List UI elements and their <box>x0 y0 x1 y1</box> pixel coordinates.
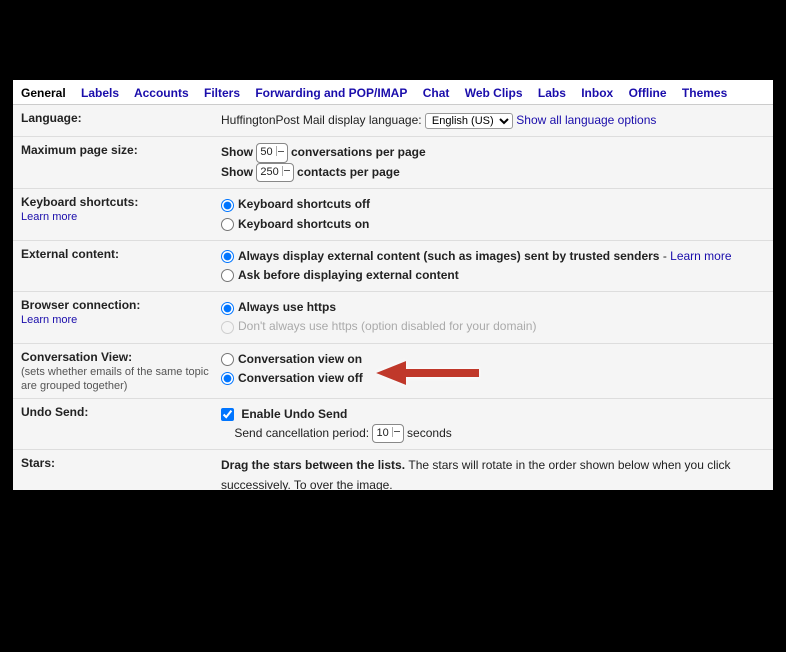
tab-accounts[interactable]: Accounts <box>134 86 189 100</box>
language-select[interactable]: English (US) <box>425 113 513 129</box>
conversation-sublabel: (sets whether emails of the same topic a… <box>21 366 209 392</box>
shortcuts-on-label: Keyboard shortcuts on <box>238 217 369 231</box>
undo-period-prefix: Send cancellation period: <box>234 426 369 440</box>
https-dont-radio <box>221 321 234 334</box>
contacts-per-page-select[interactable]: 250 <box>256 163 293 183</box>
shortcuts-on-radio[interactable] <box>221 218 234 231</box>
conversation-on-radio[interactable] <box>221 353 234 366</box>
shortcuts-off-radio[interactable] <box>221 199 234 212</box>
pagesize-label: Maximum page size: <box>21 143 221 182</box>
section-undo: Undo Send: Enable Undo Send Send cancell… <box>13 399 773 451</box>
section-pagesize: Maximum page size: Show 50 conversations… <box>13 137 773 189</box>
tab-forwarding[interactable]: Forwarding and POP/IMAP <box>255 86 407 100</box>
browser-learn-more-link[interactable]: Learn more <box>21 314 77 326</box>
tab-chat[interactable]: Chat <box>423 86 450 100</box>
conversation-off-radio[interactable] <box>221 372 234 385</box>
undo-enable-checkbox[interactable] <box>221 408 234 421</box>
external-label: External content: <box>21 247 221 285</box>
browser-label: Browser connection: <box>21 298 140 312</box>
tab-webclips[interactable]: Web Clips <box>465 86 523 100</box>
https-dont-label: Don't always use https (option disabled … <box>238 319 536 333</box>
settings-panel: General Labels Accounts Filters Forwardi… <box>13 80 773 490</box>
show-text-2: Show <box>221 165 253 179</box>
conversations-per-page-select[interactable]: 50 <box>256 143 287 163</box>
tab-labs[interactable]: Labs <box>538 86 566 100</box>
conversation-on-label: Conversation view on <box>238 352 362 366</box>
undo-label: Undo Send: <box>21 405 221 444</box>
tab-filters[interactable]: Filters <box>204 86 240 100</box>
show-text: Show <box>221 145 253 159</box>
settings-tabs: General Labels Accounts Filters Forwardi… <box>13 80 773 105</box>
language-desc: HuffingtonPost Mail display language: <box>221 113 422 127</box>
conversation-label: Conversation View: <box>21 350 132 364</box>
section-browser: Browser connection: Learn more Always us… <box>13 292 773 343</box>
section-language: Language: HuffingtonPost Mail display la… <box>13 105 773 137</box>
external-ask-label: Ask before displaying external content <box>238 268 459 282</box>
external-ask-radio[interactable] <box>221 269 234 282</box>
contacts-suffix: contacts per page <box>297 165 400 179</box>
show-all-languages-link[interactable]: Show all language options <box>516 113 656 127</box>
shortcuts-off-label: Keyboard shortcuts off <box>238 197 370 211</box>
external-always-radio[interactable] <box>221 250 234 263</box>
tab-offline[interactable]: Offline <box>629 86 667 100</box>
undo-period-suffix: seconds <box>407 426 452 440</box>
tab-general[interactable]: General <box>21 86 66 100</box>
tab-inbox[interactable]: Inbox <box>581 86 613 100</box>
https-always-radio[interactable] <box>221 302 234 315</box>
section-conversation: Conversation View: (sets whether emails … <box>13 344 773 399</box>
conversation-off-label: Conversation view off <box>238 371 363 385</box>
tab-themes[interactable]: Themes <box>682 86 727 100</box>
language-label: Language: <box>21 111 221 130</box>
undo-enable-label: Enable Undo Send <box>241 407 347 421</box>
section-stars: Stars: Drag the stars between the lists.… <box>13 450 773 490</box>
stars-label: Stars: <box>21 456 221 490</box>
https-always-label: Always use https <box>238 300 336 314</box>
shortcuts-learn-more-link[interactable]: Learn more <box>21 211 77 223</box>
external-learn-more-link[interactable]: Learn more <box>670 249 731 263</box>
stars-drag-bold: Drag the stars between the lists. <box>221 458 405 472</box>
tab-labels[interactable]: Labels <box>81 86 119 100</box>
undo-period-select[interactable]: 10 <box>372 424 403 444</box>
shortcuts-label: Keyboard shortcuts: <box>21 195 138 209</box>
conv-suffix: conversations per page <box>291 145 426 159</box>
section-external: External content: Always display externa… <box>13 241 773 292</box>
section-shortcuts: Keyboard shortcuts: Learn more Keyboard … <box>13 189 773 240</box>
external-always-label: Always display external content (such as… <box>238 249 659 263</box>
